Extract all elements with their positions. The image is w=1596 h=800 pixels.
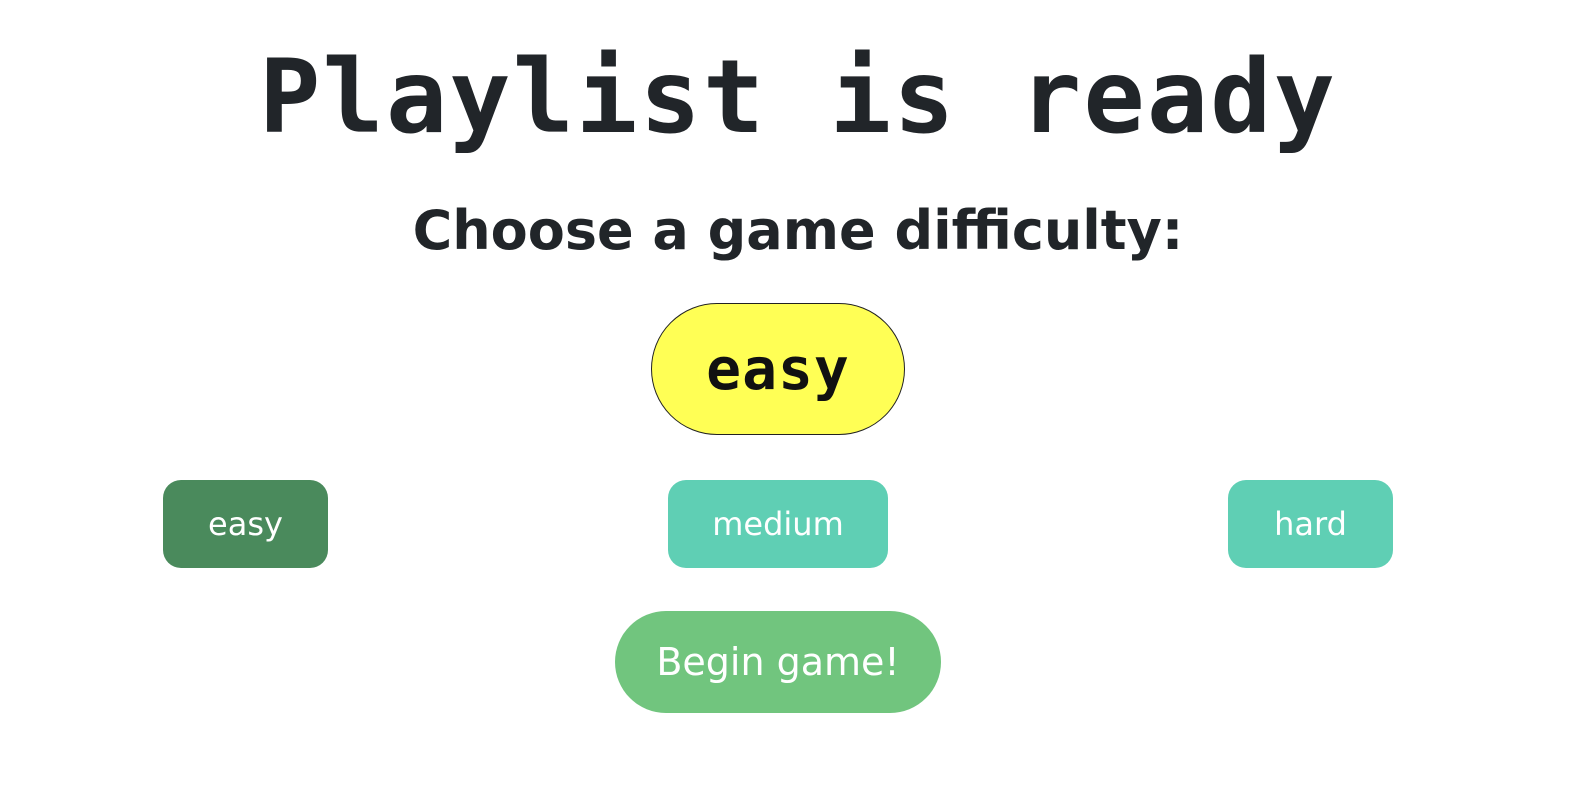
difficulty-medium-button[interactable]: medium — [668, 480, 888, 568]
selected-difficulty-display: easy — [651, 303, 905, 435]
begin-game-button[interactable]: Begin game! — [615, 611, 941, 713]
difficulty-easy-button[interactable]: easy — [163, 480, 328, 568]
difficulty-hard-button[interactable]: hard — [1228, 480, 1393, 568]
difficulty-prompt: Choose a game difficulty: — [412, 199, 1184, 262]
page-title: Playlist is ready — [259, 38, 1337, 157]
